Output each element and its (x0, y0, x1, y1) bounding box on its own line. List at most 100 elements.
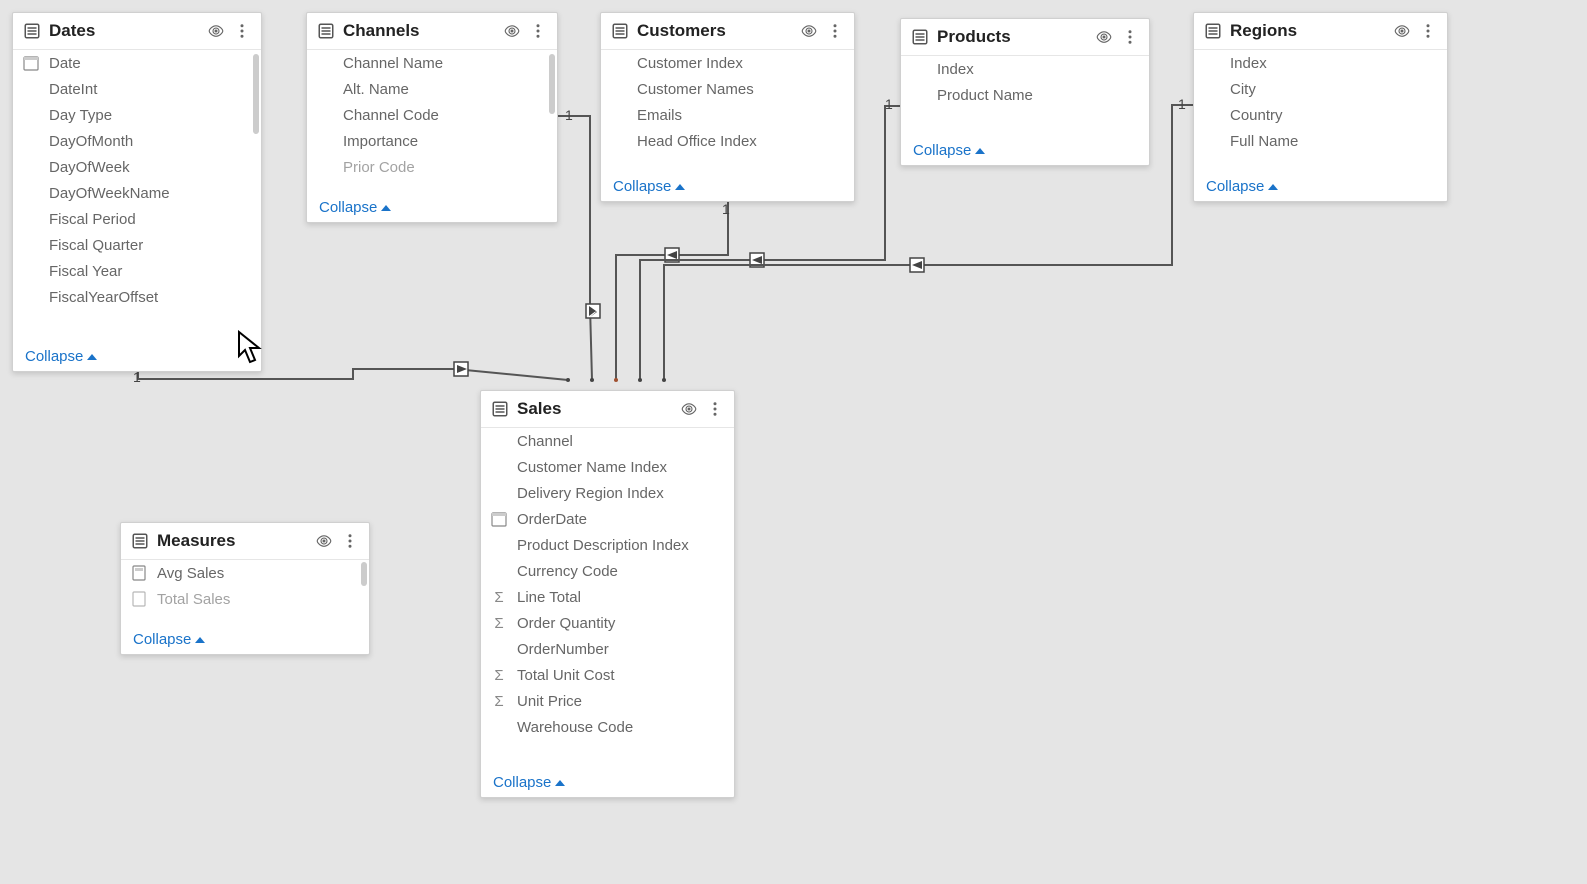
field-item[interactable]: Fiscal Quarter (13, 232, 261, 258)
field-item[interactable]: Customer Index (601, 50, 854, 76)
eye-icon[interactable] (680, 400, 698, 418)
field-item[interactable]: DateInt (13, 76, 261, 102)
table-header-dates[interactable]: Dates (13, 13, 261, 50)
field-item[interactable]: Index (1194, 50, 1447, 76)
field-item[interactable]: Head Office Index (601, 128, 854, 154)
field-item[interactable]: Index (901, 56, 1149, 82)
table-header-measures[interactable]: Measures (121, 523, 369, 560)
cardinality-products-1: 1 (885, 96, 893, 112)
eye-icon[interactable] (1095, 28, 1113, 46)
eye-icon[interactable] (1393, 22, 1411, 40)
eye-icon[interactable] (503, 22, 521, 40)
field-label: FiscalYearOffset (49, 289, 158, 306)
collapse-button[interactable]: Collapse (13, 342, 261, 371)
more-icon[interactable] (233, 22, 251, 40)
field-item[interactable]: DayOfWeekName (13, 180, 261, 206)
field-label: Unit Price (517, 693, 582, 710)
field-label: Fiscal Quarter (49, 237, 143, 254)
field-label: Day Type (49, 107, 112, 124)
more-icon[interactable] (1121, 28, 1139, 46)
table-regions[interactable]: Regions Index City Country Full Name Col… (1193, 12, 1448, 202)
field-label: Date (49, 55, 81, 72)
field-label: Product Name (937, 87, 1033, 104)
table-icon (317, 22, 335, 40)
more-icon[interactable] (706, 400, 724, 418)
more-icon[interactable] (1419, 22, 1437, 40)
collapse-button[interactable]: Collapse (307, 193, 557, 222)
field-item[interactable]: Emails (601, 102, 854, 128)
field-item[interactable]: Prior Code (307, 154, 557, 180)
table-header-regions[interactable]: Regions (1194, 13, 1447, 50)
field-item[interactable]: City (1194, 76, 1447, 102)
eye-icon[interactable] (800, 22, 818, 40)
more-icon[interactable] (529, 22, 547, 40)
field-label: Total Sales (157, 591, 230, 608)
table-icon (611, 22, 629, 40)
field-item[interactable]: ΣOrder Quantity (481, 610, 734, 636)
field-item[interactable]: Product Description Index (481, 532, 734, 558)
table-title: Measures (157, 531, 307, 551)
field-item[interactable]: Customer Name Index (481, 454, 734, 480)
chevron-up-icon (975, 148, 985, 154)
field-item[interactable]: Avg Sales (121, 560, 369, 586)
more-icon[interactable] (341, 532, 359, 550)
field-item[interactable]: Delivery Region Index (481, 480, 734, 506)
field-item[interactable]: Product Name (901, 82, 1149, 108)
collapse-button[interactable]: Collapse (901, 136, 1149, 165)
field-label: Customer Name Index (517, 459, 667, 476)
collapse-button[interactable]: Collapse (601, 172, 854, 201)
table-header-customers[interactable]: Customers (601, 13, 854, 50)
field-item[interactable]: OrderDate (481, 506, 734, 532)
table-header-channels[interactable]: Channels (307, 13, 557, 50)
collapse-button[interactable]: Collapse (1194, 172, 1447, 201)
table-products[interactable]: Products Index Product Name Collapse (900, 18, 1150, 166)
field-list-channels: Channel Name Alt. Name Channel Code Impo… (307, 50, 557, 193)
field-label: Channel Name (343, 55, 443, 72)
field-label: OrderDate (517, 511, 587, 528)
field-label: Country (1230, 107, 1283, 124)
field-item[interactable]: FiscalYearOffset (13, 284, 261, 310)
sigma-icon: Σ (491, 615, 507, 631)
field-item[interactable]: Date (13, 50, 261, 76)
table-title: Dates (49, 21, 199, 41)
table-channels[interactable]: Channels Channel Name Alt. Name Channel … (306, 12, 558, 223)
table-icon (1204, 22, 1222, 40)
collapse-button[interactable]: Collapse (121, 625, 369, 654)
field-item[interactable]: Channel Code (307, 102, 557, 128)
table-header-sales[interactable]: Sales (481, 391, 734, 428)
field-item[interactable]: Day Type (13, 102, 261, 128)
field-list-dates: Date DateInt Day Type DayOfMonth DayOfWe… (13, 50, 261, 342)
field-item[interactable]: ΣTotal Unit Cost (481, 662, 734, 688)
table-sales[interactable]: Sales Channel Customer Name Index Delive… (480, 390, 735, 798)
table-customers[interactable]: Customers Customer Index Customer Names … (600, 12, 855, 202)
field-item[interactable]: DayOfWeek (13, 154, 261, 180)
field-list-customers: Customer Index Customer Names Emails Hea… (601, 50, 854, 172)
field-item[interactable]: Channel (481, 428, 734, 454)
field-item[interactable]: Channel Name (307, 50, 557, 76)
more-icon[interactable] (826, 22, 844, 40)
field-label: Full Name (1230, 133, 1298, 150)
field-item[interactable]: Fiscal Period (13, 206, 261, 232)
field-item[interactable]: Country (1194, 102, 1447, 128)
field-item[interactable]: Customer Names (601, 76, 854, 102)
table-dates[interactable]: Dates Date DateInt Day Type DayOfMonth D… (12, 12, 262, 372)
eye-icon[interactable] (315, 532, 333, 550)
field-item[interactable]: Full Name (1194, 128, 1447, 154)
field-item[interactable]: OrderNumber (481, 636, 734, 662)
cardinality-regions-1: 1 (1178, 96, 1186, 112)
field-item[interactable]: ΣUnit Price (481, 688, 734, 714)
table-header-products[interactable]: Products (901, 19, 1149, 56)
table-measures[interactable]: Measures Avg Sales Total Sales Collapse (120, 522, 370, 655)
field-item[interactable]: Fiscal Year (13, 258, 261, 284)
eye-icon[interactable] (207, 22, 225, 40)
field-item[interactable]: Importance (307, 128, 557, 154)
collapse-button[interactable]: Collapse (481, 768, 734, 797)
field-item[interactable]: Currency Code (481, 558, 734, 584)
field-item[interactable]: Alt. Name (307, 76, 557, 102)
cardinality-channels-1: 1 (565, 107, 573, 123)
field-item[interactable]: Warehouse Code (481, 714, 734, 740)
field-item[interactable]: Total Sales (121, 586, 369, 612)
field-item[interactable]: ΣLine Total (481, 584, 734, 610)
field-label: DayOfWeek (49, 159, 130, 176)
field-item[interactable]: DayOfMonth (13, 128, 261, 154)
